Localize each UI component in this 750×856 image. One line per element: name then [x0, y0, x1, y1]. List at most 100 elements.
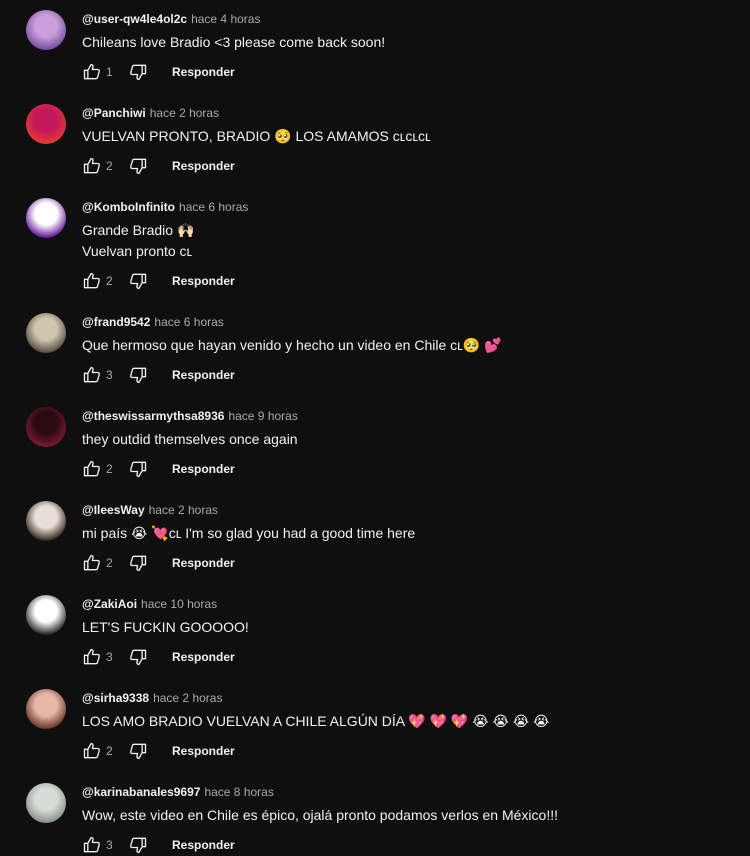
comment-author[interactable]: @sirha9338	[82, 691, 149, 705]
like-count: 2	[106, 462, 113, 476]
comment-time[interactable]: hace 8 horas	[204, 785, 273, 799]
thumb-up-icon	[82, 647, 102, 667]
dislike-button[interactable]	[126, 154, 150, 178]
like-button[interactable]	[80, 833, 104, 856]
comment-item: @KomboInfinito hace 6 horas Grande Bradio…	[0, 188, 750, 290]
dislike-button[interactable]	[126, 833, 150, 856]
comment-author[interactable]: @theswissarmythsa8936	[82, 409, 224, 423]
thumb-down-icon	[128, 62, 148, 82]
thumb-up-icon	[82, 553, 102, 573]
thumb-down-icon	[128, 365, 148, 385]
avatar[interactable]	[26, 10, 66, 50]
comment-author[interactable]: @IleesWay	[82, 503, 145, 517]
dislike-button[interactable]	[126, 269, 150, 293]
avatar[interactable]	[26, 198, 66, 238]
comment-header: @karinabanales9697 hace 8 horas	[82, 784, 274, 800]
comment-actions: 3 Responder	[80, 833, 380, 856]
like-button[interactable]	[80, 269, 104, 293]
thumb-up-icon	[82, 835, 102, 855]
comment-item: @Panchiwi hace 2 horas VUELVAN PRONTO, BR…	[0, 94, 750, 188]
reply-button[interactable]: Responder	[172, 273, 235, 289]
thumb-up-icon	[82, 271, 102, 291]
comment-text: they outdid themselves once again	[82, 431, 298, 447]
comment-header: @frand9542 hace 6 horas	[82, 314, 224, 330]
comment-item: @sirha9338 hace 2 horas LOS AMO BRADIO VU…	[0, 679, 750, 773]
like-button[interactable]	[80, 363, 104, 387]
thumb-up-icon	[82, 156, 102, 176]
thumb-down-icon	[128, 459, 148, 479]
comment-text: VUELVAN PRONTO, BRADIO 🥺 LOS AMAMOS ᴄʟᴄʟ…	[82, 128, 431, 144]
comment-item: @frand9542 hace 6 horas Que hermoso que h…	[0, 303, 750, 397]
comment-time[interactable]: hace 2 horas	[153, 691, 222, 705]
comment-author[interactable]: @frand9542	[82, 315, 150, 329]
comment-time[interactable]: hace 2 horas	[150, 106, 219, 120]
dislike-button[interactable]	[126, 60, 150, 84]
reply-button[interactable]: Responder	[172, 555, 235, 571]
comment-time[interactable]: hace 4 horas	[191, 12, 260, 26]
comment-text: LET'S FUCKIN GOOOOO!	[82, 619, 249, 635]
reply-button[interactable]: Responder	[172, 743, 235, 759]
thumb-up-icon	[82, 459, 102, 479]
like-button[interactable]	[80, 154, 104, 178]
comment-item: @IleesWay hace 2 horas mi país 😭 💘ᴄʟ I'm …	[0, 491, 750, 585]
reply-button[interactable]: Responder	[172, 64, 235, 80]
avatar[interactable]	[26, 407, 66, 447]
comment-text: Grande Bradio 🙌🏻 Vuelvan pronto ᴄʟ	[82, 222, 195, 259]
reply-button[interactable]: Responder	[172, 837, 235, 853]
dislike-button[interactable]	[126, 739, 150, 763]
avatar[interactable]	[26, 689, 66, 729]
comment-actions: 1 Responder	[80, 60, 380, 84]
like-button[interactable]	[80, 739, 104, 763]
comment-author[interactable]: @karinabanales9697	[82, 785, 200, 799]
avatar[interactable]	[26, 104, 66, 144]
thumb-down-icon	[128, 156, 148, 176]
comment-item: @user-qw4le4ol2c hace 4 horas Chileans lo…	[0, 0, 750, 94]
dislike-button[interactable]	[126, 551, 150, 575]
thumb-down-icon	[128, 553, 148, 573]
thumb-up-icon	[82, 62, 102, 82]
thumb-down-icon	[128, 271, 148, 291]
comment-item: @ZakiAoi hace 10 horas LET'S FUCKIN GOOOO…	[0, 585, 750, 679]
like-button[interactable]	[80, 60, 104, 84]
comment-header: @Panchiwi hace 2 horas	[82, 105, 219, 121]
dislike-button[interactable]	[126, 645, 150, 669]
comment-header: @user-qw4le4ol2c hace 4 horas	[82, 11, 260, 27]
reply-button[interactable]: Responder	[172, 158, 235, 174]
comment-time[interactable]: hace 2 horas	[149, 503, 218, 517]
like-count: 2	[106, 159, 113, 173]
avatar[interactable]	[26, 501, 66, 541]
comment-actions: 3 Responder	[80, 645, 380, 669]
comment-actions: 2 Responder	[80, 551, 380, 575]
like-count: 3	[106, 650, 113, 664]
dislike-button[interactable]	[126, 363, 150, 387]
comment-author[interactable]: @KomboInfinito	[82, 200, 175, 214]
comment-time[interactable]: hace 6 horas	[154, 315, 223, 329]
comment-header: @theswissarmythsa8936 hace 9 horas	[82, 408, 298, 424]
comment-author[interactable]: @user-qw4le4ol2c	[82, 12, 187, 26]
comment-time[interactable]: hace 9 horas	[228, 409, 297, 423]
comment-actions: 2 Responder	[80, 269, 380, 293]
comment-text: Chileans love Bradio <3 please come back…	[82, 34, 386, 50]
reply-button[interactable]: Responder	[172, 649, 235, 665]
comment-time[interactable]: hace 10 horas	[141, 597, 217, 611]
like-count: 2	[106, 274, 113, 288]
comment-text: Que hermoso que hayan venido y hecho un …	[82, 337, 502, 353]
avatar[interactable]	[26, 595, 66, 635]
comment-time[interactable]: hace 6 horas	[179, 200, 248, 214]
like-button[interactable]	[80, 457, 104, 481]
avatar[interactable]	[26, 313, 66, 353]
dislike-button[interactable]	[126, 457, 150, 481]
like-button[interactable]	[80, 551, 104, 575]
comment-author[interactable]: @Panchiwi	[82, 106, 146, 120]
like-count: 3	[106, 368, 113, 382]
like-button[interactable]	[80, 645, 104, 669]
thumb-up-icon	[82, 365, 102, 385]
reply-button[interactable]: Responder	[172, 461, 235, 477]
thumb-up-icon	[82, 741, 102, 761]
reply-button[interactable]: Responder	[172, 367, 235, 383]
avatar[interactable]	[26, 783, 66, 823]
comment-author[interactable]: @ZakiAoi	[82, 597, 137, 611]
like-count: 3	[106, 838, 113, 852]
comment-header: @ZakiAoi hace 10 horas	[82, 596, 217, 612]
thumb-down-icon	[128, 741, 148, 761]
